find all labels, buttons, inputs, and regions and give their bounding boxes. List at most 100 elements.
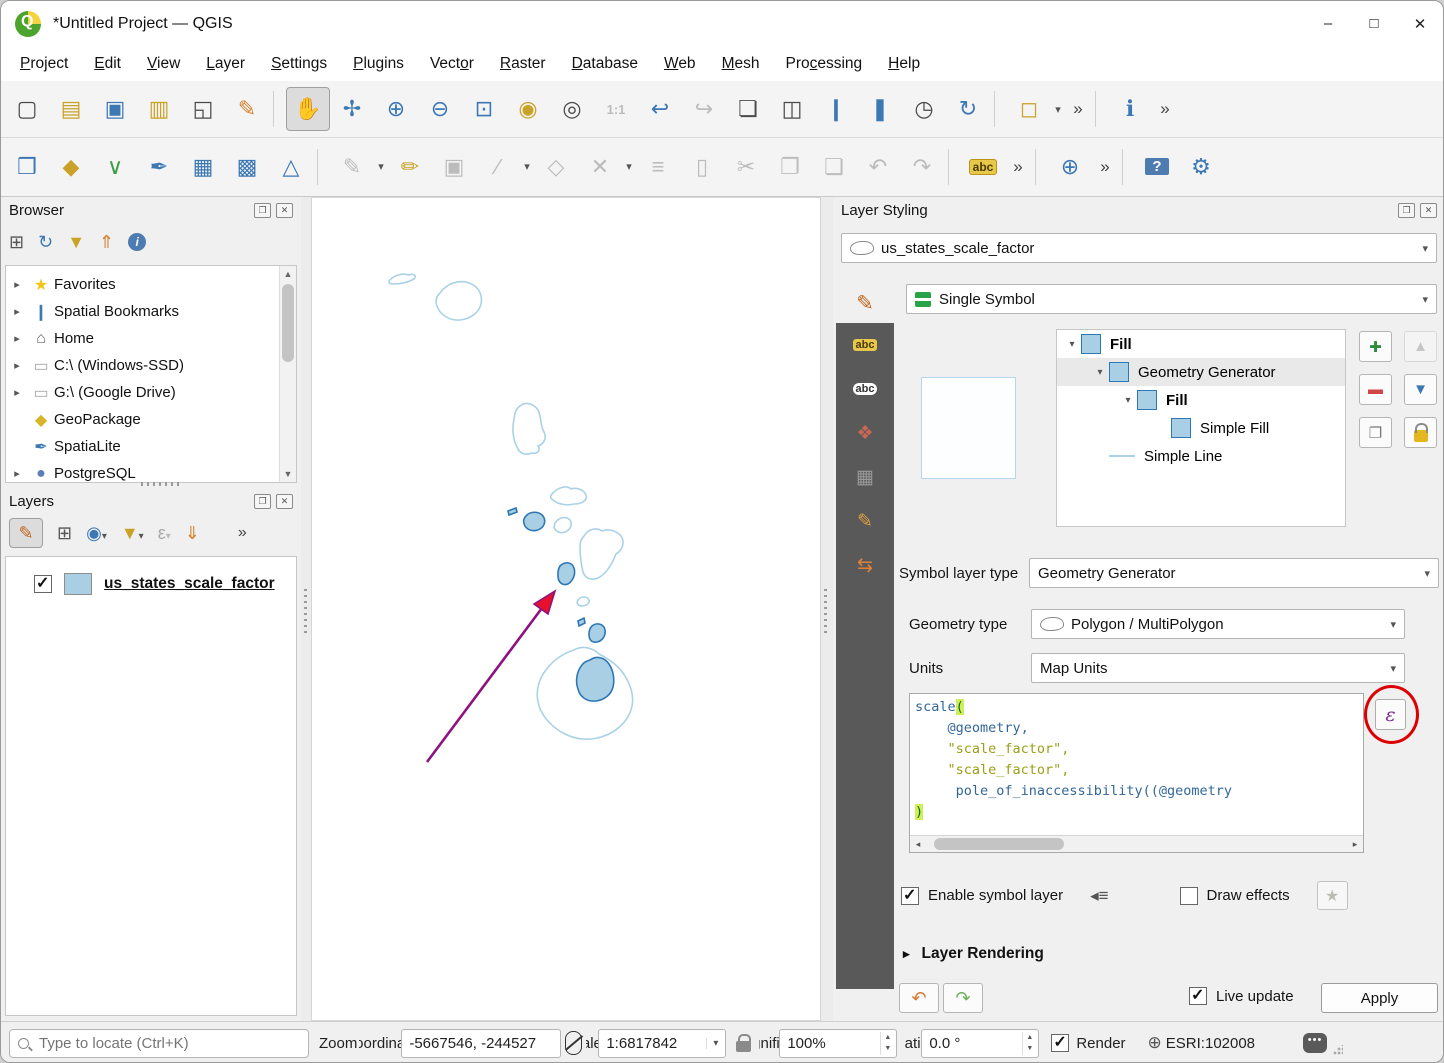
render-checkbox[interactable] <box>1051 1034 1069 1052</box>
vertex-tool-button[interactable]: ✕ <box>578 145 622 189</box>
minimize-button[interactable]: – <box>1305 1 1351 46</box>
toolbar-overflow-icon[interactable]: » <box>1152 99 1178 119</box>
zoom-in-button[interactable]: ⊕ <box>374 87 418 131</box>
layer-labeling-options-button[interactable]: abc <box>961 145 1005 189</box>
new-project-button[interactable]: ▢ <box>5 87 49 131</box>
menu-plugins[interactable]: Plugins <box>342 51 415 77</box>
zoom-to-selection-button[interactable]: ◉ <box>506 87 550 131</box>
refresh-map-button[interactable]: ↻ <box>946 87 990 131</box>
scale-combo[interactable]: 1:6817842 ▾ <box>598 1029 726 1058</box>
zoom-to-layer-button[interactable]: ◎ <box>550 87 594 131</box>
data-source-manager-button[interactable]: ❒ <box>5 145 49 189</box>
expression-hscrollbar[interactable]: ◂ ▸ <box>910 835 1363 852</box>
menu-vector[interactable]: Vector <box>419 51 485 77</box>
browser-scrollbar[interactable]: ▲ ▼ <box>279 266 296 482</box>
redo-button[interactable]: ↷ <box>900 145 944 189</box>
panel-splitter-handle[interactable] <box>141 482 181 486</box>
menu-edit[interactable]: Edit <box>83 51 132 77</box>
magnifier-spinner[interactable]: 100% ▲▼ <box>779 1029 897 1058</box>
pan-to-selection-button[interactable]: ✢ <box>330 87 374 131</box>
select-features-button[interactable]: ◻ <box>1007 87 1051 131</box>
scale-lock-icon[interactable] <box>736 1041 751 1052</box>
tab-callouts[interactable]: abc <box>836 367 894 411</box>
draw-effects-checkbox[interactable] <box>1180 887 1198 905</box>
layer-visibility-checkbox[interactable] <box>34 575 52 593</box>
copy-features-button[interactable]: ❐ <box>768 145 812 189</box>
menu-help[interactable]: Help <box>877 51 931 77</box>
new-virtual-layer-button[interactable]: ▦ <box>181 145 225 189</box>
menu-database[interactable]: Database <box>561 51 649 77</box>
remove-symbol-layer-button[interactable]: ▬ <box>1359 374 1392 405</box>
menu-project[interactable]: Project <box>9 51 79 77</box>
crs-globe-icon[interactable]: ⊕ <box>1148 1033 1162 1053</box>
collapse-all-button[interactable]: ⇑ <box>99 232 114 253</box>
lock-colors-button[interactable] <box>1404 417 1437 448</box>
scrollbar-thumb[interactable] <box>934 838 1064 850</box>
new-geopackage-layer-button[interactable]: ◆ <box>49 145 93 189</box>
expander-icon[interactable]: ▸ <box>6 278 28 291</box>
toolbar-overflow-icon[interactable]: » <box>1065 99 1091 119</box>
metasearch-button[interactable]: ⊕ <box>1048 145 1092 189</box>
tree-item-simple-fill[interactable]: Simple Fill <box>1057 414 1345 442</box>
add-polygon-feature-button[interactable]: ◇ <box>534 145 578 189</box>
add-line-feature-button[interactable]: ∕ <box>476 145 520 189</box>
processing-toolbox-button[interactable]: ⚙ <box>1179 145 1223 189</box>
locator-box[interactable] <box>9 1029 309 1058</box>
close-button[interactable]: ✕ <box>1397 1 1443 46</box>
zoom-full-button[interactable]: ⊡ <box>462 87 506 131</box>
left-splitter[interactable] <box>301 197 311 1021</box>
layer-rendering-section[interactable]: ▸ Layer Rendering <box>903 945 1044 963</box>
tree-item-simple-line[interactable]: Simple Line <box>1057 442 1345 470</box>
messages-icon[interactable]: ••• <box>1303 1033 1327 1053</box>
menu-web[interactable]: Web <box>653 51 707 77</box>
expander-icon[interactable]: ▸ <box>6 332 28 345</box>
tab-symbology[interactable]: ✎ <box>836 283 894 323</box>
edit-filter-expression-button[interactable]: ε▾ <box>158 523 171 544</box>
zoom-last-button[interactable]: ↩ <box>638 87 682 131</box>
browser-item-g-google-drive-[interactable]: ▸▭G:\ (Google Drive) <box>6 379 296 406</box>
data-defined-override-icon[interactable]: ◂≡ <box>1090 886 1108 906</box>
duplicate-symbol-layer-button[interactable]: ❐ <box>1359 417 1392 448</box>
redo-style-button[interactable]: ↷ <box>943 983 983 1013</box>
undo-style-button[interactable]: ↶ <box>899 983 939 1013</box>
tree-item-fill-inner[interactable]: ▾ Fill <box>1057 386 1345 414</box>
expander-icon[interactable]: ▸ <box>6 467 28 480</box>
new-mesh-layer-button[interactable]: ▩ <box>225 145 269 189</box>
browser-item-spatialite[interactable]: ✒SpatiaLite <box>6 433 296 460</box>
toolbar-overflow-icon[interactable]: » <box>1092 157 1118 177</box>
expander-icon[interactable]: ▸ <box>6 386 28 399</box>
menu-layer[interactable]: Layer <box>195 51 256 77</box>
live-update-checkbox[interactable] <box>1189 987 1207 1005</box>
save-project-as-button[interactable]: ▥ <box>137 87 181 131</box>
browser-item-spatial-bookmarks[interactable]: ▸❙Spatial Bookmarks <box>6 298 296 325</box>
style-manager-button[interactable]: ✎ <box>225 87 269 131</box>
map-canvas[interactable] <box>311 197 821 1021</box>
add-selected-layers-button[interactable]: ⊞ <box>9 232 24 253</box>
coordinate-input[interactable]: -5667546, -244527 <box>401 1029 561 1058</box>
geometry-expression-editor[interactable]: scale( @geometry, "scale_factor", "scale… <box>909 693 1364 853</box>
browser-item-favorites[interactable]: ▸★Favorites <box>6 271 296 298</box>
tab-labels[interactable]: abc <box>836 323 894 367</box>
zoom-native-button[interactable]: 1:1 <box>594 87 638 131</box>
toggle-editing-button[interactable]: ✏ <box>388 145 432 189</box>
paste-features-button[interactable]: ❏ <box>812 145 856 189</box>
toolbar-overflow-icon[interactable]: » <box>1005 157 1031 177</box>
menu-settings[interactable]: Settings <box>260 51 338 77</box>
zoom-next-button[interactable]: ↪ <box>682 87 726 131</box>
crs-status[interactable]: ESRI:102008 <box>1166 1035 1255 1052</box>
menu-processing[interactable]: Processing <box>774 51 873 77</box>
effects-options-button[interactable]: ★ <box>1317 881 1348 910</box>
layer-name[interactable]: us_states_scale_factor <box>104 575 275 593</box>
menu-mesh[interactable]: Mesh <box>711 51 771 77</box>
add-group-button[interactable]: ⊞ <box>57 523 72 544</box>
apply-button[interactable]: Apply <box>1321 983 1438 1013</box>
locator-input[interactable] <box>37 1034 277 1053</box>
expand-collapse-all-button[interactable]: ⇓ <box>185 523 200 544</box>
manage-visibility-button[interactable]: ◉▾ <box>86 523 107 544</box>
cut-features-button[interactable]: ✂ <box>724 145 768 189</box>
open-layer-styling-button[interactable]: ✎ <box>9 518 43 548</box>
modify-attributes-button[interactable]: ≡ <box>636 145 680 189</box>
dropdown-caret-icon[interactable]: ▾ <box>622 160 636 173</box>
dropdown-caret-icon[interactable]: ▾ <box>1051 103 1065 116</box>
identify-features-button[interactable]: ℹ <box>1108 87 1152 131</box>
